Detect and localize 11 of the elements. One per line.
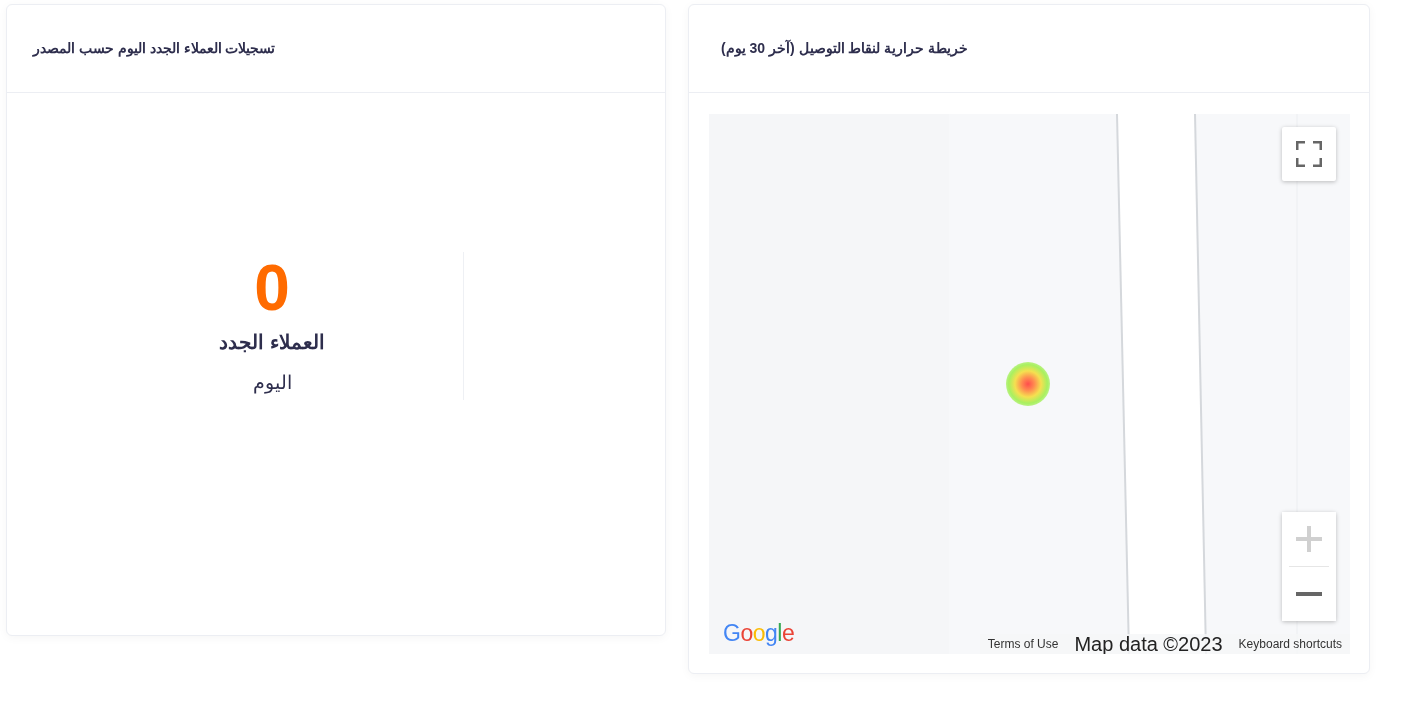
fullscreen-button[interactable]	[1282, 127, 1336, 181]
stat-sublabel: اليوم	[252, 371, 292, 396]
card-title: خريطة حرارية لنقاط التوصيل (آخر 30 يوم)	[721, 38, 969, 59]
plus-icon	[1296, 526, 1322, 552]
stat-value: 0	[254, 253, 290, 323]
zoom-out-button[interactable]	[1282, 567, 1336, 621]
minus-icon	[1296, 592, 1322, 596]
map-logo: Google	[723, 619, 795, 647]
fullscreen-icon	[1296, 141, 1322, 167]
stat-label: العملاء الجدد	[219, 330, 325, 355]
card-title: تسجيلات العملاء الجدد اليوم حسب المصدر	[33, 39, 276, 59]
